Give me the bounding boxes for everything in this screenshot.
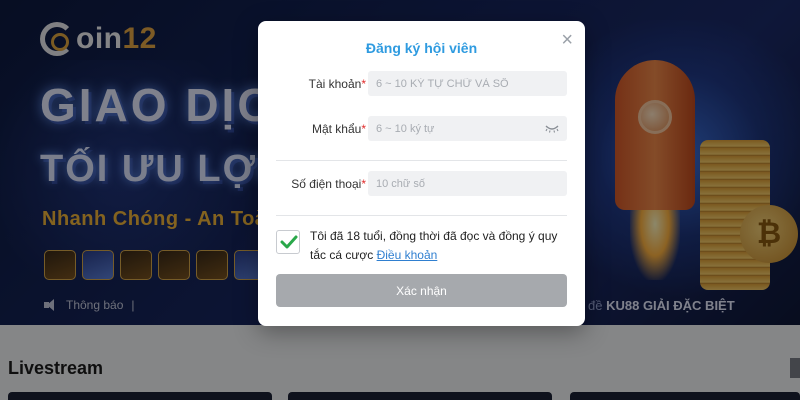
password-row: Mật khẩu* bbox=[276, 116, 567, 141]
password-wrap bbox=[368, 116, 567, 141]
account-label: Tài khoản* bbox=[308, 76, 366, 91]
close-icon[interactable]: × bbox=[561, 30, 573, 50]
agreement-row: Tôi đã 18 tuổi, đồng thời đã đọc và đồng… bbox=[276, 227, 567, 265]
account-input[interactable] bbox=[368, 71, 567, 96]
phone-label: Số điện thoại* bbox=[291, 176, 366, 191]
phone-row: Số điện thoại* bbox=[276, 171, 567, 196]
password-input[interactable] bbox=[368, 116, 567, 141]
phone-input[interactable] bbox=[368, 171, 567, 196]
terms-link[interactable]: Điều khoản bbox=[377, 248, 438, 262]
agree-checkbox[interactable] bbox=[276, 230, 300, 254]
eye-closed-icon[interactable] bbox=[545, 123, 559, 133]
modal-title: Đăng ký hội viên bbox=[365, 40, 478, 56]
agreement-text: Tôi đã 18 tuổi, đồng thời đã đọc và đồng… bbox=[310, 229, 558, 262]
register-modal: Đăng ký hội viên × Tài khoản* Mật khẩu* … bbox=[258, 21, 585, 326]
divider bbox=[276, 215, 567, 216]
submit-button[interactable]: Xác nhận bbox=[276, 274, 567, 307]
account-row: Tài khoản* bbox=[276, 71, 567, 96]
checkmark-icon bbox=[280, 235, 298, 249]
password-label: Mật khẩu* bbox=[311, 121, 366, 136]
divider bbox=[276, 160, 567, 161]
